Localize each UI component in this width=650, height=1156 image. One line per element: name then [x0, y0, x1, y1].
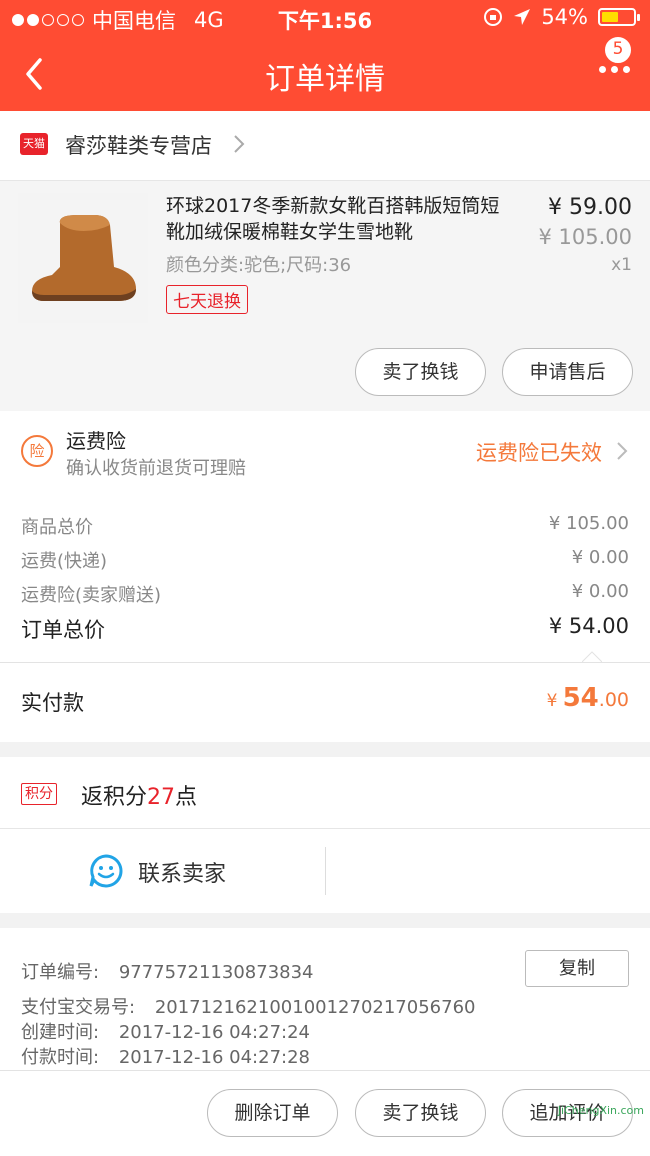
alipay-number: 2017121621001001270217056760	[154, 997, 476, 1018]
contact-section: 联系卖家	[0, 829, 650, 913]
order-number-label: 订单编号:	[21, 962, 100, 983]
order-info: 订单编号: 97775721130873834 复制 支付宝交易号: 20171…	[0, 928, 650, 1070]
product-original-price: ¥ 105.00	[538, 225, 632, 249]
price-row-label: 商品总价	[21, 517, 93, 538]
order-total-label: 订单总价	[21, 618, 105, 642]
product-title[interactable]: 环球2017冬季新款女靴百搭韩版短筒短靴加绒保暖棉鞋女学生雪地靴	[166, 193, 516, 245]
product-quantity: x1	[611, 255, 632, 275]
battery-percent: 54%	[541, 5, 588, 29]
tmall-logo: 天猫	[20, 133, 48, 155]
notification-badge: 5	[604, 36, 632, 64]
points-badge: 积分	[21, 783, 57, 805]
price-row-value: ¥ 0.00	[571, 581, 629, 602]
insurance-title: 运费险	[66, 429, 126, 453]
order-number-row: 订单编号: 97775721130873834	[21, 958, 314, 984]
copy-button[interactable]: 复制	[525, 950, 629, 987]
page-title: 订单详情	[265, 62, 385, 97]
product-price: ¥ 59.00	[548, 195, 632, 220]
points-text: 返积分27点	[81, 779, 197, 811]
amount-decimal: .00	[598, 689, 629, 711]
price-row-label: 运费(快递)	[21, 551, 108, 572]
amount-paid-row: 实付款 ¥ 54.00	[0, 662, 650, 742]
resell-button[interactable]: 卖了换钱	[355, 348, 486, 396]
created-label: 创建时间:	[21, 1022, 100, 1043]
shipping-insurance-row[interactable]: 险 运费险 确认收货前退货可理赔 运费险已失效	[0, 411, 650, 497]
price-row-value: ¥ 0.00	[571, 547, 629, 568]
paid-label: 付款时间:	[21, 1047, 100, 1068]
chevron-right-icon	[234, 135, 245, 153]
chat-face-icon[interactable]	[88, 853, 124, 889]
order-total-row: 订单总价 ¥ 54.00	[21, 614, 629, 644]
insurance-subtitle: 确认收货前退货可理赔	[66, 458, 246, 479]
return-policy-tag: 七天退换	[166, 285, 248, 314]
amount-paid-value: ¥ 54.00	[547, 683, 629, 713]
bottom-action-bar: 删除订单 卖了换钱 追加评价	[0, 1070, 650, 1156]
product-card[interactable]: 环球2017冬季新款女靴百搭韩版短筒短靴加绒保暖棉鞋女学生雪地靴 颜色分类:驼色…	[0, 181, 650, 411]
paid-time-row: 付款时间: 2017-12-16 04:27:28	[21, 1043, 310, 1069]
price-row-value: ¥ 105.00	[548, 513, 629, 534]
insurance-status: 运费险已失效	[476, 441, 602, 465]
points-suffix: 点	[175, 785, 198, 810]
after-sale-button[interactable]: 申请售后	[502, 348, 633, 396]
price-row-label: 运费险(卖家赠送)	[21, 585, 162, 606]
shop-row[interactable]: 天猫 睿莎鞋类专营店	[0, 111, 650, 181]
caret-up-icon	[582, 651, 602, 662]
contact-seller-button[interactable]: 联系卖家	[138, 856, 226, 888]
header-bar: 中国电信 4G 下午1:56 54% 订单详情 5	[0, 0, 650, 111]
amount-paid-label: 实付款	[21, 691, 84, 715]
currency-symbol: ¥	[546, 691, 558, 711]
order-total-value: ¥ 54.00	[548, 614, 629, 638]
points-prefix: 返积分	[81, 785, 148, 810]
price-row: 商品总价 ¥ 105.00	[21, 513, 629, 539]
product-sku: 颜色分类:驼色;尺码:36	[166, 255, 352, 276]
price-row: 运费险(卖家赠送) ¥ 0.00	[21, 581, 629, 607]
points-row: 积分 返积分27点	[0, 757, 650, 829]
divider	[325, 847, 326, 895]
alipay-label: 支付宝交易号:	[21, 997, 136, 1018]
product-image[interactable]	[18, 193, 148, 323]
delete-order-button[interactable]: 删除订单	[207, 1089, 338, 1137]
alipay-row: 支付宝交易号: 2017121621001001270217056760	[21, 993, 475, 1019]
insurance-icon: 险	[21, 435, 53, 467]
resell-button[interactable]: 卖了换钱	[355, 1089, 486, 1137]
location-arrow-icon	[514, 9, 531, 25]
chevron-right-icon	[617, 442, 628, 460]
status-bar: 中国电信 4G 下午1:56 54%	[0, 0, 650, 36]
created-time-row: 创建时间: 2017-12-16 04:27:24	[21, 1018, 310, 1044]
battery-icon	[598, 8, 640, 26]
shop-name: 睿莎鞋类专营店	[65, 134, 212, 158]
amount-integer: 54	[562, 683, 599, 713]
created-time: 2017-12-16 04:27:24	[118, 1022, 310, 1043]
rotation-lock-icon	[484, 8, 503, 26]
watermark: JiChengXin.com	[557, 1104, 644, 1117]
paid-time: 2017-12-16 04:27:28	[118, 1047, 310, 1068]
more-dots-icon[interactable]	[599, 66, 630, 73]
order-number: 97775721130873834	[118, 962, 314, 983]
price-row: 运费(快递) ¥ 0.00	[21, 547, 629, 573]
points-count: 27	[147, 785, 176, 810]
price-details: 商品总价 ¥ 105.00 运费(快递) ¥ 0.00 运费险(卖家赠送) ¥ …	[0, 497, 650, 662]
